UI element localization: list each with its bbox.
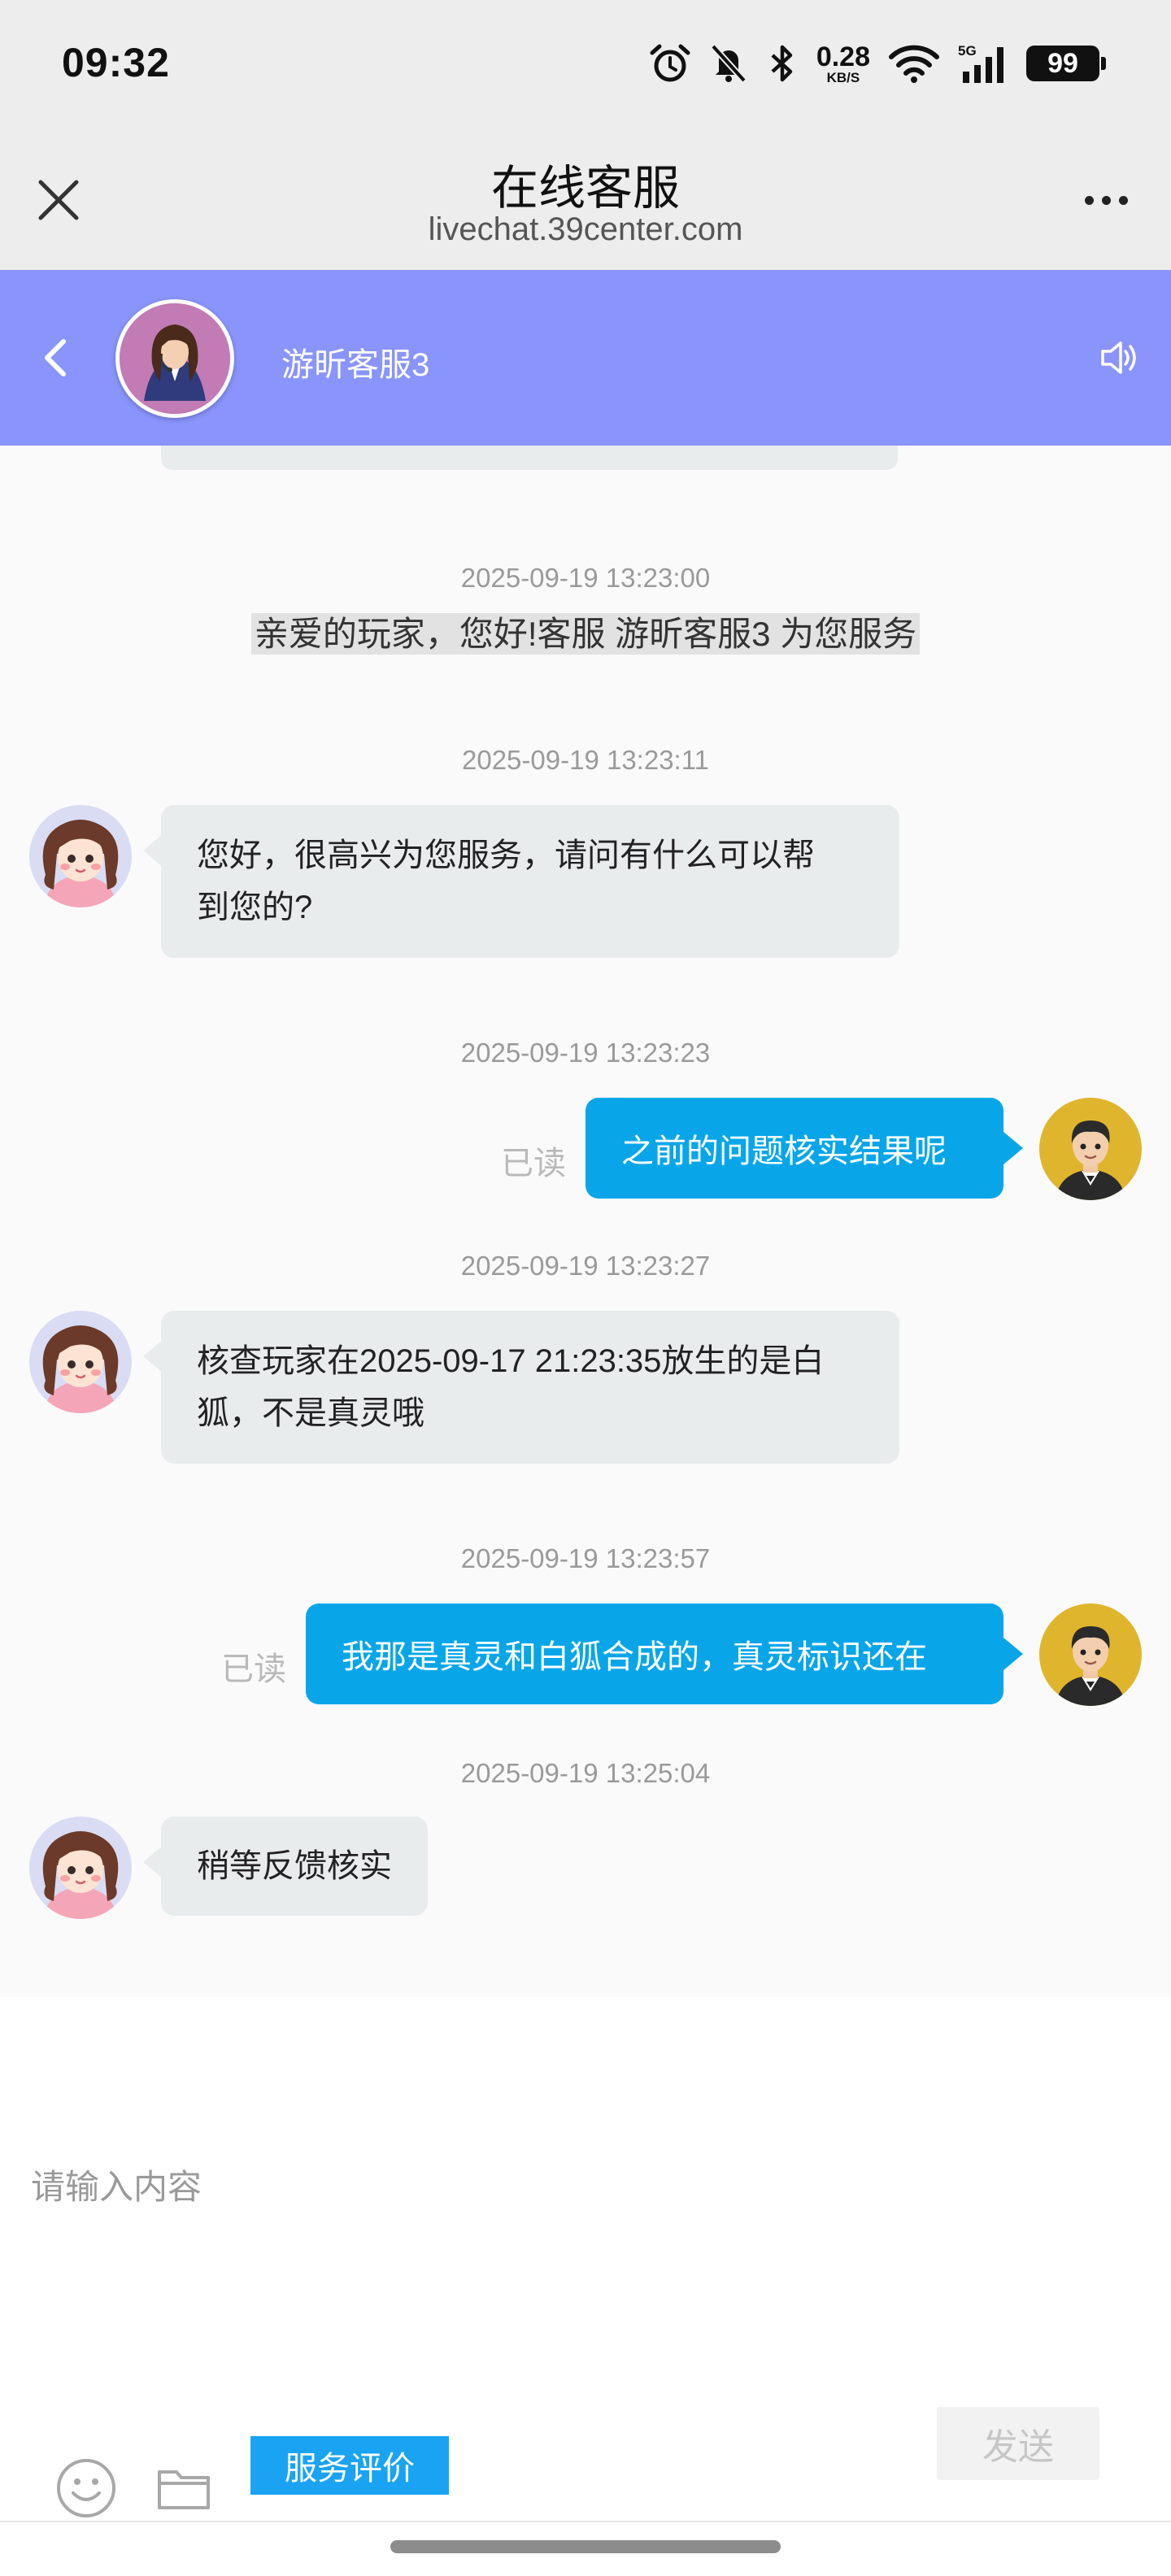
system-message: 亲爱的玩家，您好!客服 游昕客服3 为您服务 — [0, 607, 1171, 656]
message-timestamp: 2025-09-19 13:23:27 — [460, 1251, 711, 1281]
sound-toggle-button[interactable] — [1091, 330, 1147, 385]
chat-messages[interactable]: 2025-09-19 13:23:00 亲爱的玩家，您好!客服 游昕客服3 为您… — [0, 446, 1171, 1997]
title-bar: 在线客服 livechat.39center.com — [0, 130, 1171, 270]
clipped-message-bubble — [161, 446, 898, 470]
emoji-button[interactable] — [55, 2457, 117, 2519]
mute-bell-icon — [710, 44, 747, 83]
agent-message-avatar — [29, 1817, 132, 1919]
read-status: 已读 — [221, 1651, 286, 1687]
service-rating-button[interactable]: 服务评价 — [250, 2436, 449, 2495]
incoming-message-bubble: 您好，很高兴为您服务，请问有什么可以帮 到您的? — [143, 805, 899, 958]
read-status: 已读 — [501, 1146, 566, 1181]
message-line: 到您的? — [197, 890, 313, 925]
alarm-icon — [650, 44, 690, 82]
agent-message-avatar — [29, 805, 132, 907]
message-timestamp: 2025-09-19 13:23:00 — [460, 563, 711, 593]
agent-message-avatar — [29, 1311, 132, 1413]
more-dots-icon — [1084, 195, 1094, 205]
battery-icon: 99 — [1026, 46, 1106, 81]
composer: 发送 — [0, 1997, 1171, 2576]
signal-icon: 5G — [958, 43, 1003, 83]
incoming-message-bubble: 核查玩家在2025-09-17 21:23:35放生的是白 狐，不是真灵哦 — [143, 1311, 899, 1464]
divider — [0, 2521, 1171, 2522]
page-url: livechat.39center.com — [428, 211, 743, 247]
user-message-avatar — [1039, 1603, 1142, 1706]
home-indicator[interactable] — [390, 2540, 781, 2553]
message-line: 您好，很高兴为您服务，请问有什么可以帮 — [197, 838, 815, 873]
agent-avatar — [115, 299, 234, 418]
wifi-icon — [889, 45, 939, 83]
status-bar: 09:32 0.28 KB/S 5G 99 — [0, 0, 1171, 130]
bluetooth-icon — [771, 45, 793, 82]
message-timestamp: 2025-09-19 13:23:11 — [462, 745, 709, 775]
message-timestamp: 2025-09-19 13:25:04 — [460, 1758, 711, 1788]
message-timestamp: 2025-09-19 13:23:23 — [460, 1038, 711, 1068]
message-line: 稍等反馈核实 — [197, 1848, 392, 1884]
message-timestamp: 2025-09-19 13:23:57 — [460, 1543, 711, 1573]
incoming-message-bubble: 稍等反馈核实 — [143, 1817, 428, 1916]
system-message-text: 亲爱的玩家，您好!客服 游昕客服3 为您服务 — [250, 613, 921, 655]
speaker-icon — [1101, 342, 1136, 374]
status-time: 09:32 — [62, 40, 170, 85]
net-speed: 0.28 KB/S — [816, 41, 870, 85]
folder-icon — [158, 2470, 210, 2509]
file-upload-button[interactable] — [153, 2457, 215, 2519]
agent-name: 游昕客服3 — [281, 347, 430, 383]
outgoing-message-bubble: 我那是真灵和白狐合成的，真灵标识还在 — [306, 1603, 1023, 1704]
back-button[interactable] — [29, 329, 81, 387]
chevron-left-icon — [45, 339, 66, 376]
user-message-avatar — [1039, 1098, 1142, 1200]
outgoing-message-bubble: 之前的问题核实结果呢 — [586, 1098, 1023, 1199]
network-type-label: 5G — [958, 43, 977, 59]
agent-header: 游昕客服3 — [0, 270, 1171, 446]
more-options-button[interactable] — [1073, 176, 1138, 224]
status-icons: 0.28 KB/S 5G 99 — [649, 39, 1106, 88]
message-input[interactable] — [31, 2160, 1137, 2404]
message-text: 之前的问题核实结果呢 — [621, 1134, 947, 1169]
page-title: 在线客服 — [490, 162, 680, 215]
message-line: 核查玩家在2025-09-17 21:23:35放生的是白 — [197, 1343, 825, 1379]
smiley-icon — [57, 2459, 115, 2517]
message-line: 狐，不是真灵哦 — [197, 1395, 424, 1431]
send-button[interactable]: 发送 — [937, 2407, 1099, 2480]
message-text: 我那是真灵和白狐合成的，真灵标识还在 — [342, 1639, 927, 1675]
